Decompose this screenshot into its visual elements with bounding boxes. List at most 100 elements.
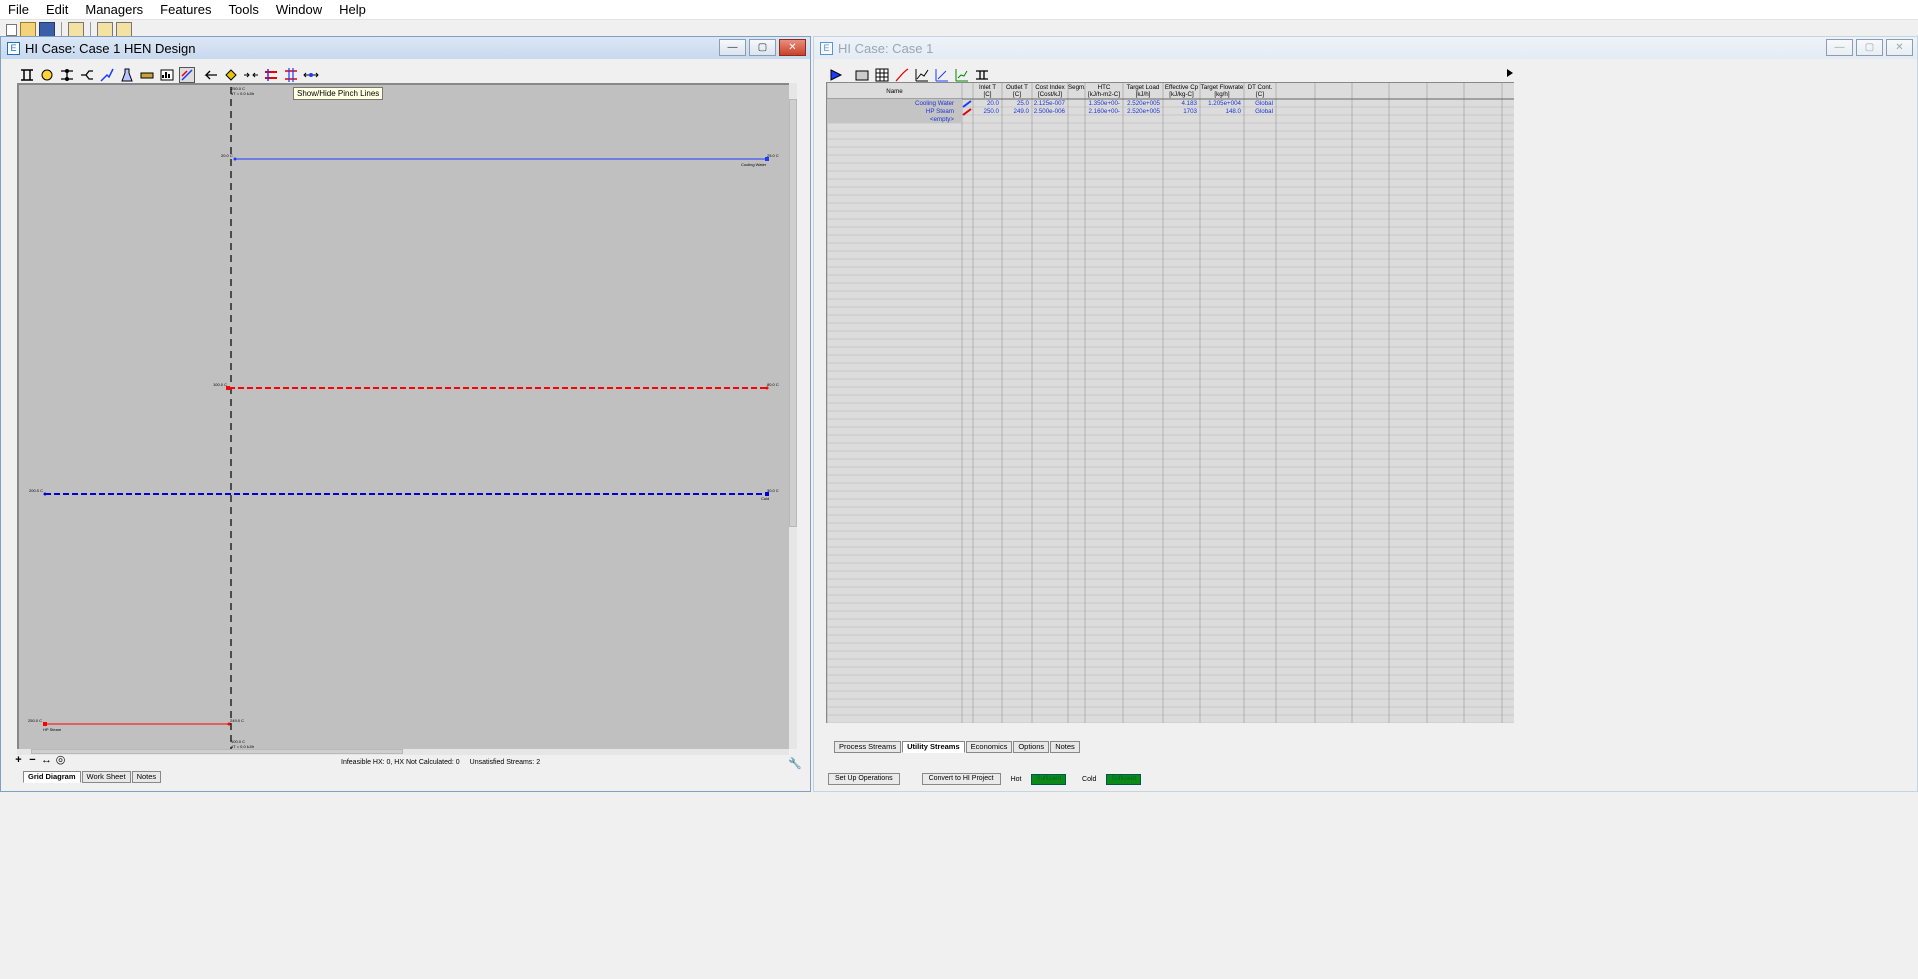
table-cell-load[interactable]: 2.520e+005 [1123, 108, 1163, 116]
table-cell-htc[interactable]: 2.160e+00- [1085, 108, 1123, 116]
table-cell-segm[interactable] [1068, 100, 1085, 108]
tab-options[interactable]: Options [1013, 741, 1050, 753]
arrows-out-icon[interactable] [303, 67, 319, 83]
tab-utility-streams[interactable]: Utility Streams [902, 741, 965, 753]
menu-help[interactable]: Help [331, 0, 375, 20]
table-cell-flow[interactable]: 148.0 [1200, 108, 1244, 116]
table-cell-inlet[interactable]: 250.0 [973, 108, 1002, 116]
table-cell-cost[interactable]: 2.125e-007 [1032, 100, 1068, 108]
composite-curve-icon[interactable] [894, 67, 910, 83]
maximize-button[interactable]: ▢ [1856, 39, 1883, 56]
utility-streams-grid[interactable]: Name Inlet T [C] Outlet T [C] Cost Index [Cost… [826, 82, 1514, 723]
horizontal-scroll-thumb[interactable] [31, 749, 403, 754]
utility-curve-icon[interactable] [954, 67, 970, 83]
grid-move-icon[interactable] [283, 67, 299, 83]
stream-start-hp-steam [43, 722, 47, 726]
flask-icon[interactable] [119, 67, 135, 83]
next-arrow-icon[interactable] [1506, 67, 1514, 81]
split-icon[interactable] [79, 67, 95, 83]
tab-process-streams[interactable]: Process Streams [834, 741, 902, 753]
arrows-in-icon[interactable] [243, 67, 259, 83]
menu-tools[interactable]: Tools [220, 0, 267, 20]
window-title: HI Case: Case 1 [838, 40, 934, 56]
run-icon[interactable] [828, 67, 844, 83]
tab-work-sheet[interactable]: Work Sheet [81, 771, 131, 783]
design-icon[interactable] [974, 67, 990, 83]
column-header-line1: Outlet T [1006, 84, 1028, 91]
show-pinch-lines-icon[interactable] [179, 67, 195, 83]
table-cell-dt[interactable] [1244, 116, 1276, 124]
swap-icon[interactable] [263, 67, 279, 83]
table-cell-cost[interactable] [1032, 116, 1068, 124]
image-icon[interactable] [854, 67, 870, 83]
zoom-in-icon[interactable]: + [13, 755, 24, 767]
stream-left-temp: 100.0 C [213, 382, 228, 387]
table-icon[interactable] [874, 67, 890, 83]
zoom-all-icon[interactable]: ◎ [55, 755, 66, 767]
tab-grid-diagram[interactable]: Grid Diagram [23, 771, 81, 783]
table-cell-outlet[interactable]: 25.0 [1002, 100, 1032, 108]
column-header: Target Load [kJ/h] [1123, 84, 1163, 99]
table-cell-inlet[interactable] [973, 116, 1002, 124]
minimize-button[interactable]: — [719, 39, 746, 56]
maximize-button[interactable]: ▢ [749, 39, 776, 56]
wrench-icon[interactable]: 🔧 [788, 757, 802, 770]
table-cell-htc[interactable]: 1.350e+00- [1085, 100, 1123, 108]
table-cell-segm[interactable] [1068, 116, 1085, 124]
minimize-button[interactable]: — [1826, 39, 1853, 56]
close-button[interactable]: ✕ [779, 39, 806, 56]
tab-notes[interactable]: Notes [1050, 741, 1080, 753]
table-cell-dt[interactable]: Global [1244, 100, 1276, 108]
menu-features[interactable]: Features [152, 0, 220, 20]
zoom-fit-icon[interactable]: ↔ [41, 755, 52, 767]
stream-name-cell[interactable]: HP Steam [827, 108, 962, 116]
menu-window[interactable]: Window [268, 0, 331, 20]
table-cell-load[interactable]: 2.520e+005 [1123, 100, 1163, 108]
table-cell-inlet[interactable]: 20.0 [973, 100, 1002, 108]
balanced-curve-icon[interactable] [934, 67, 950, 83]
table-cell-outlet[interactable] [1002, 116, 1032, 124]
stream-name[interactable]: Cold [761, 496, 769, 501]
menu-edit[interactable]: Edit [38, 0, 77, 20]
table-cell-dt[interactable]: Global [1244, 108, 1276, 116]
diamond-icon[interactable] [223, 67, 239, 83]
stream-name[interactable]: HP Steam [43, 727, 61, 732]
table-cell-flow[interactable] [1200, 116, 1244, 124]
zoom-out-icon[interactable]: − [27, 755, 38, 767]
stream-type-icon[interactable] [962, 100, 973, 108]
add-exchanger-icon[interactable] [59, 67, 75, 83]
stream-name[interactable]: Cooling Water [741, 162, 766, 167]
grand-composite-icon[interactable] [914, 67, 930, 83]
tab-notes[interactable]: Notes [131, 771, 162, 783]
stream-name-cell[interactable]: <empty> [827, 116, 962, 124]
tab-economics[interactable]: Economics [965, 741, 1013, 753]
arrow-left-icon[interactable] [203, 67, 219, 83]
table-cell-cp[interactable]: 4.183 [1163, 100, 1200, 108]
set-up-operations-button[interactable]: Set Up Operations [828, 773, 900, 785]
table-cell-flow[interactable]: 1.205e+004 [1200, 100, 1244, 108]
table-cell-htc[interactable] [1085, 116, 1123, 124]
column-header: Effective Cp [kJ/kg-C] [1163, 84, 1200, 99]
add-heater-icon[interactable] [39, 67, 55, 83]
vertical-scroll-thumb[interactable] [789, 99, 797, 527]
pipe-icon[interactable] [139, 67, 155, 83]
stream-name-cell[interactable]: Cooling Water [827, 100, 962, 108]
chart-icon[interactable] [159, 67, 175, 83]
hi-case-titlebar[interactable]: E HI Case: Case 1 — ▢ ✕ [814, 37, 1917, 59]
path-icon[interactable] [99, 67, 115, 83]
stream-type-icon[interactable] [962, 108, 973, 116]
menu-file[interactable]: File [0, 0, 38, 20]
grid-diagram-canvas[interactable]: 250.0 C dT = 0.0 kJ/h 100.0 C dT = 0.0 k… [17, 83, 789, 749]
table-cell-cp[interactable] [1163, 116, 1200, 124]
table-cell-cost[interactable]: 2.500e-006 [1032, 108, 1068, 116]
new-file-icon[interactable] [6, 24, 17, 36]
convert-to-hi-project-button[interactable]: Convert to HI Project [921, 773, 1001, 785]
table-cell-segm[interactable] [1068, 108, 1085, 116]
table-cell-cp[interactable]: 1703 [1163, 108, 1200, 116]
table-cell-load[interactable] [1123, 116, 1163, 124]
hen-design-titlebar[interactable]: E HI Case: Case 1 HEN Design — ▢ ✕ [1, 37, 810, 59]
close-button[interactable]: ✕ [1886, 39, 1913, 56]
menu-managers[interactable]: Managers [77, 0, 152, 20]
table-cell-outlet[interactable]: 249.0 [1002, 108, 1032, 116]
select-icon[interactable] [19, 67, 35, 83]
